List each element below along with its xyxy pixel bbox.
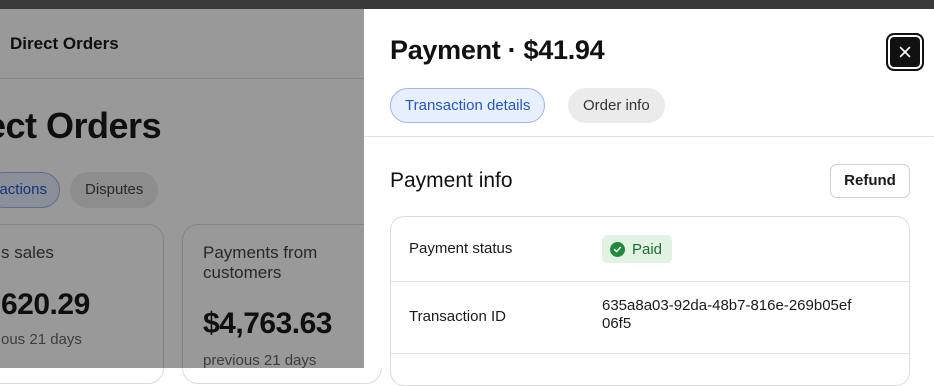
refund-button[interactable]: Refund	[830, 164, 910, 198]
payment-info-card: Payment status Paid Transaction ID 635a8…	[390, 216, 910, 386]
transaction-id-value[interactable]: 635a8a03-92da-48b7-816e-269b05ef06f5	[602, 297, 852, 333]
section-title: Payment info	[390, 169, 513, 192]
check-circle-icon	[610, 241, 625, 257]
drawer-title: Payment · $41.94	[390, 35, 605, 65]
row-transaction-id: Transaction ID 635a8a03-92da-48b7-816e-2…	[391, 282, 909, 354]
tab-transaction-details[interactable]: Transaction details	[390, 88, 546, 123]
row-label: Transaction ID	[409, 308, 506, 325]
tab-order-info[interactable]: Order info	[568, 88, 665, 123]
top-bar	[0, 0, 934, 9]
divider	[364, 136, 934, 137]
row-payment-status: Payment status Paid	[391, 217, 909, 282]
status-text: Paid	[632, 240, 663, 258]
payment-drawer: Payment · $41.94 Transaction details Ord…	[364, 9, 934, 386]
status-badge: Paid	[602, 235, 673, 263]
close-icon	[899, 46, 911, 58]
modal-overlay[interactable]	[0, 9, 364, 368]
close-button[interactable]	[886, 33, 924, 71]
row-label: Payment status	[409, 240, 513, 257]
